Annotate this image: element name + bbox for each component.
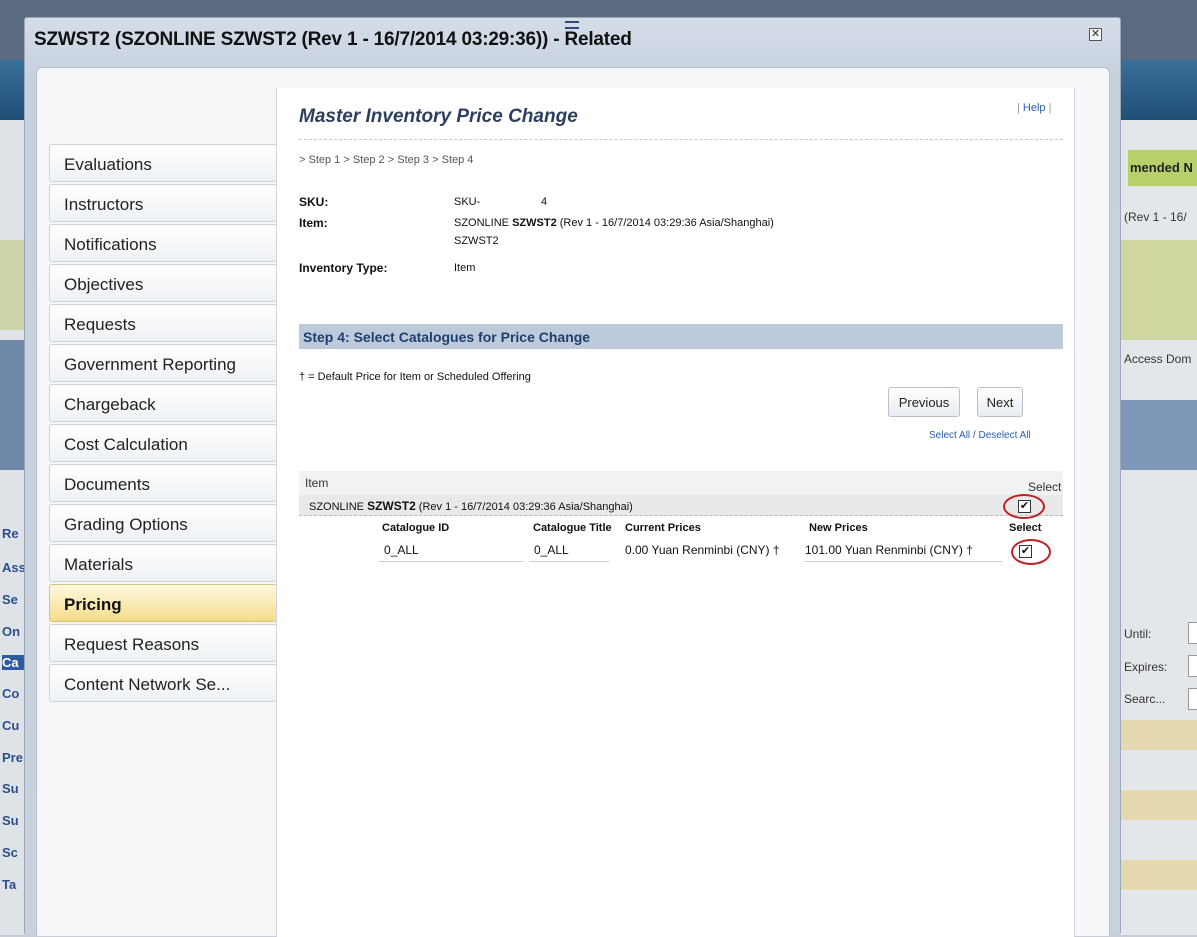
title-divider [299,139,1063,140]
select-links: Select All / Deselect All [929,430,1031,441]
main-content: Master Inventory Price Change | Help | >… [276,88,1075,937]
select-all-link[interactable]: Select All [929,430,970,441]
bg-right-until-label: Until: [1124,627,1152,641]
bg-right-search-field[interactable] [1188,688,1197,710]
page-title: Master Inventory Price Change [299,106,578,127]
breadcrumb-step-2[interactable]: Step 2 [353,154,385,166]
item-row-label: SZONLINE SZWST2 (Rev 1 - 16/7/2014 03:29… [309,499,633,513]
nav-item-government-reporting[interactable]: Government Reporting [49,344,277,382]
bg-right-rev: (Rev 1 - 16/ [1124,210,1187,224]
nav-item-pricing-label: Pricing [64,595,122,614]
item-value: SZONLINE SZWST2 (Rev 1 - 16/7/2014 03:29… [454,217,774,229]
subheader-catalogue-id: Catalogue ID [382,522,450,534]
previous-button[interactable]: Previous [888,387,960,417]
nav-item-objectives[interactable]: Objectives [49,264,277,302]
item-value-code: SZWST2 [454,235,499,247]
inventory-type-label: Inventory Type: [299,261,388,275]
nav-item-materials[interactable]: Materials [49,544,277,582]
nav-item-chargeback[interactable]: Chargeback [49,384,277,422]
nav-item-content-network[interactable]: Content Network Se... [49,664,277,702]
catalogue-title-cell: 0_ALL [534,543,569,557]
nav-item-evaluations[interactable]: Evaluations [49,144,277,182]
inventory-type-value: Item [454,262,476,274]
default-price-legend: † = Default Price for Item or Scheduled … [299,371,531,383]
subheader-new-prices: New Prices [809,522,868,534]
subheader-current-prices: Current Prices [625,522,701,534]
cell-divider [804,561,1002,562]
nav-item-grading-options[interactable]: Grading Options [49,504,277,542]
subheader-select: Select [1009,522,1042,534]
table-row: SZONLINE SZWST2 (Rev 1 - 16/7/2014 03:29… [299,495,1063,516]
nav-item-notifications[interactable]: Notifications [49,224,277,262]
nav-item-request-reasons[interactable]: Request Reasons [49,624,277,662]
sku-prefix: SKU- [454,196,481,208]
help-link[interactable]: | Help | [1017,102,1051,114]
breadcrumb-step-1[interactable]: Step 1 [309,154,341,166]
related-dialog: SZWST2 (SZONLINE SZWST2 (Rev 1 - 16/7/20… [24,17,1121,937]
bg-right-search-label: Searc... [1124,692,1166,706]
bg-right-expires-field[interactable] [1188,655,1197,677]
nav-item-instructors[interactable]: Instructors [49,184,277,222]
bg-right-row [1120,860,1197,890]
next-button[interactable]: Next [977,387,1023,417]
column-header-item: Item [305,476,329,490]
current-price-cell: 0.00 Yuan Renminbi (CNY) † [625,543,780,557]
dialog-body: Evaluations Instructors Notifications Ob… [36,67,1110,937]
bg-right-until-field[interactable] [1188,622,1197,644]
nav-item-cost-calculation[interactable]: Cost Calculation [49,424,277,462]
breadcrumb-step-3[interactable]: Step 3 [397,154,429,166]
bg-right-expires-label: Expires: [1124,660,1168,674]
new-price-cell: 101.00 Yuan Renminbi (CNY) † [805,543,973,557]
help-link-label[interactable]: Help [1023,102,1046,114]
dialog-title: SZWST2 (SZONLINE SZWST2 (Rev 1 - 16/7/20… [34,29,632,50]
bg-right-row [1120,790,1197,820]
bg-right-panel [1120,240,1197,340]
breadcrumb-step-4: Step 4 [441,154,474,166]
cell-divider [379,561,524,562]
annotation-circle [1011,539,1051,565]
bg-right-row [1120,720,1197,750]
deselect-all-link[interactable]: Deselect All [978,430,1030,441]
drag-handle-icon[interactable] [565,21,579,29]
nav-item-documents[interactable]: Documents [49,464,277,502]
item-label: Item: [299,216,328,230]
cell-divider [529,561,609,562]
column-header-select: Select [1028,480,1062,494]
subheader-catalogue-title: Catalogue Title [533,522,612,534]
related-nav: Evaluations Instructors Notifications Ob… [49,144,289,704]
catalogue-id-cell: 0_ALL [384,543,419,557]
nav-item-pricing[interactable]: Pricing [49,584,289,622]
step-section-header: Step 4: Select Catalogues for Price Chan… [299,324,1063,349]
annotation-circle [1003,494,1045,519]
sku-label: SKU: [299,195,329,209]
close-icon[interactable]: ✕ [1089,28,1102,41]
breadcrumb: > Step 1 > Step 2 > Step 3 > Step 4 [299,154,474,166]
bg-right-tab[interactable]: mended N [1128,150,1197,186]
bg-right-access: Access Dom [1124,352,1192,366]
sku-value: 4 [541,196,548,208]
bg-right-panel-blue [1120,400,1197,470]
table-header: Item Select [299,471,1063,495]
nav-item-requests[interactable]: Requests [49,304,277,342]
